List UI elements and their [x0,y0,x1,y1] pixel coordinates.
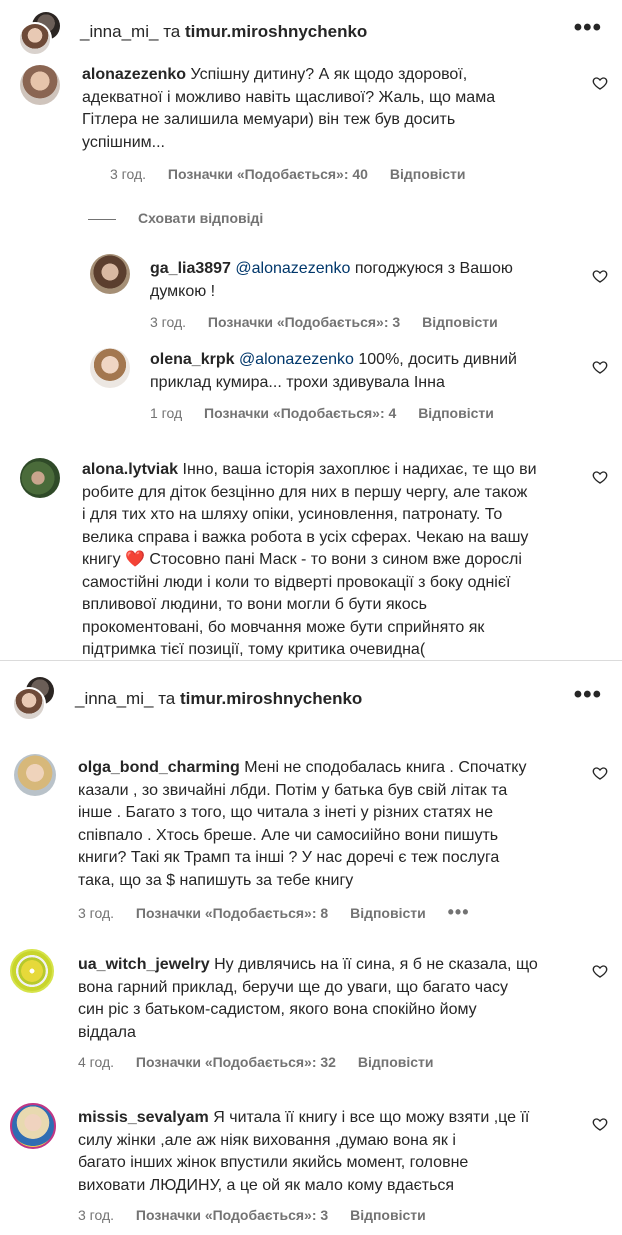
comment-time[interactable]: 3 год. [78,905,114,921]
comments-panel-2: _inna_mi_ та timur.miroshnychenko ••• ol… [0,660,622,1235]
mention-link[interactable]: @alonazezenko [239,351,354,368]
coauthor-username[interactable]: timur.miroshnychenko [185,22,367,41]
thread-title: _inna_mi_ та timur.miroshnychenko [80,22,367,42]
comment-time[interactable]: 3 год. [150,314,186,330]
conjunction: та [158,689,176,708]
divider [88,218,116,220]
likes-count[interactable]: Позначки «Подобається»: 32 [136,1054,336,1070]
comment-time[interactable]: 1 год [150,405,182,421]
comment-meta: 4 год. Позначки «Подобається»: 32 Відпов… [78,1054,452,1070]
comment-options-icon[interactable]: ••• [448,902,470,922]
comment-username[interactable]: olena_krpk [150,351,234,368]
hide-replies-button[interactable]: Сховати відповіді [88,210,263,226]
comment-username[interactable]: ua_witch_jewelry [78,956,210,973]
comment-username[interactable]: alona.lytviak [82,461,178,478]
avatar[interactable] [20,65,60,105]
comment-text: ua_witch_jewelry Ну дивлячись на її сина… [78,956,538,1041]
coauthor-username[interactable]: timur.miroshnychenko [180,689,362,708]
author-avatars[interactable] [18,12,64,56]
comment-text: missis_sevalyam Я читала її книгу і все … [78,1109,530,1194]
comment-text: alonazezenko Успішну дитину? А як щодо з… [82,66,496,151]
avatar[interactable] [10,1103,56,1149]
thread-title: _inna_mi_ та timur.miroshnychenko [75,689,362,709]
comment-text: olga_bond_charming Мені не сподобалась к… [78,759,527,889]
heart-outline-icon[interactable] [592,963,608,979]
mention-link[interactable]: @alonazezenko [235,260,350,277]
author-username[interactable]: _inna_mi_ [75,689,153,708]
avatar[interactable] [12,687,46,721]
heart-outline-icon[interactable] [592,359,608,375]
reply-button[interactable]: Відповісти [418,405,494,421]
author-username[interactable]: _inna_mi_ [80,22,158,41]
comment-username[interactable]: alonazezenko [82,66,186,83]
comment-text: olena_krpk @alonazezenko 100%, досить ди… [150,351,517,391]
ellipsis-icon[interactable]: ••• [574,681,602,709]
reply-button[interactable]: Відповісти [350,1207,426,1223]
reply-button[interactable]: Відповісти [358,1054,434,1070]
reply-button[interactable]: Відповісти [390,166,466,182]
likes-count[interactable]: Позначки «Подобається»: 40 [168,166,368,182]
comment-username[interactable]: missis_sevalyam [78,1109,209,1126]
reply-button[interactable]: Відповісти [350,905,426,921]
comment-meta: 1 год Позначки «Подобається»: 4 Відповіс… [150,405,512,421]
avatar[interactable] [90,348,130,388]
likes-count[interactable]: Позначки «Подобається»: 3 [208,314,400,330]
avatar[interactable] [14,754,56,796]
heart-outline-icon[interactable] [592,75,608,91]
avatar[interactable] [10,949,54,993]
reply-button[interactable]: Відповісти [422,314,498,330]
comment-text: ga_lia3897 @alonazezenko погоджуюся з Ва… [150,260,513,300]
likes-count[interactable]: Позначки «Подобається»: 3 [136,1207,328,1223]
comment-text: alona.lytviak Інно, ваша історія захоплю… [82,461,537,658]
avatar[interactable] [90,254,130,294]
avatar[interactable] [20,458,60,498]
comment-meta: 3 год. Позначки «Подобається»: 3 Відпові… [78,1207,444,1223]
heart-outline-icon[interactable] [592,268,608,284]
comment-meta: 3 год. Позначки «Подобається»: 3 Відпові… [150,314,516,330]
thread-header: _inna_mi_ та timur.miroshnychenko ••• [0,0,622,64]
comment-meta: 3 год. Позначки «Подобається»: 40 Відпов… [110,166,484,182]
likes-count[interactable]: Позначки «Подобається»: 4 [204,405,396,421]
comment-username[interactable]: ga_lia3897 [150,260,231,277]
heart-outline-icon[interactable] [592,765,608,781]
ellipsis-icon[interactable]: ••• [574,14,602,42]
comment-time[interactable]: 3 год. [110,166,146,182]
conjunction: та [163,22,181,41]
author-avatars[interactable] [12,677,58,721]
likes-count[interactable]: Позначки «Подобається»: 8 [136,905,328,921]
comment-time[interactable]: 3 год. [78,1207,114,1223]
comment-meta: 3 год. Позначки «Подобається»: 8 Відпові… [78,902,488,923]
avatar[interactable] [18,22,52,56]
thread-header: _inna_mi_ та timur.miroshnychenko ••• [0,671,622,735]
heart-outline-icon[interactable] [592,1116,608,1132]
comment-username[interactable]: olga_bond_charming [78,759,240,776]
comments-panel-1: _inna_mi_ та timur.miroshnychenko ••• al… [0,0,622,660]
heart-outline-icon[interactable] [592,469,608,485]
comment-time[interactable]: 4 год. [78,1054,114,1070]
